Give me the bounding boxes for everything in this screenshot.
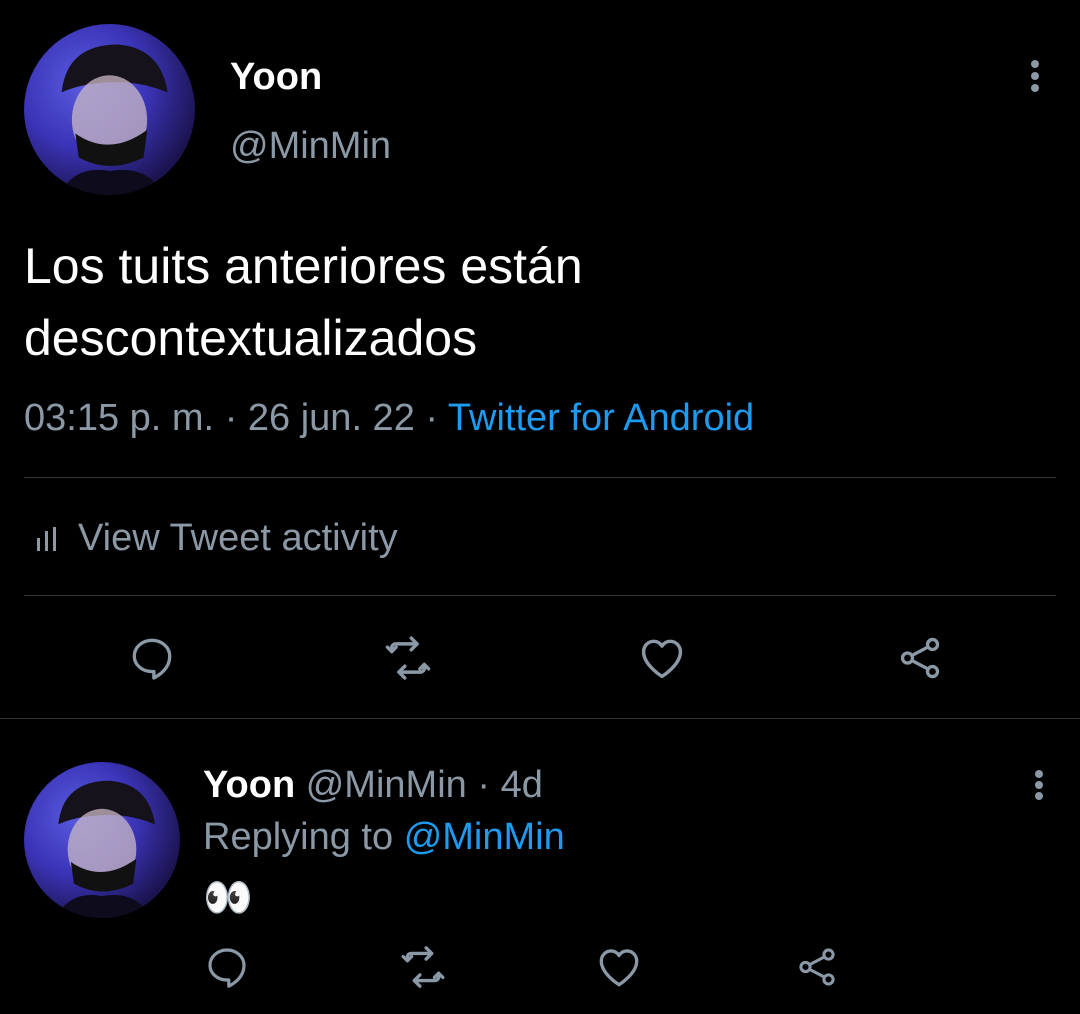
view-tweet-activity-button[interactable]: View Tweet activity (34, 512, 398, 564)
author-name[interactable]: Yoon (230, 55, 322, 99)
section-divider (0, 718, 1080, 719)
heart-icon (599, 949, 639, 987)
tweet-text: Los tuits anteriores están descontextual… (24, 230, 583, 374)
more-dot (1031, 84, 1039, 92)
reply-button[interactable] (124, 630, 180, 686)
author-avatar[interactable] (24, 24, 195, 195)
more-vertical-icon (1031, 60, 1039, 68)
reply-author-handle[interactable]: @MinMin (306, 764, 467, 806)
retweet-icon (401, 946, 445, 988)
reply-author-name[interactable]: Yoon (203, 764, 295, 806)
like-button[interactable] (634, 630, 690, 686)
tweet-date[interactable]: 26 jun. 22 (248, 397, 415, 439)
tweet-source-link[interactable]: Twitter for Android (448, 397, 754, 439)
reply-author-avatar[interactable] (24, 762, 180, 918)
reply-icon (132, 638, 172, 680)
more-dot (1031, 72, 1039, 80)
reply-share-button[interactable] (790, 940, 844, 994)
more-options-button[interactable] (1030, 60, 1040, 92)
tweet-text-line-2: descontextualizados (24, 310, 478, 366)
tweet-meta: 03:15 p. m. · 26 jun. 22 · Twitter for A… (24, 394, 754, 442)
reply-reply-button[interactable] (200, 940, 254, 994)
more-vertical-icon (1035, 770, 1043, 778)
reply-age[interactable]: 4d (501, 764, 543, 806)
share-icon (799, 948, 835, 986)
share-button[interactable] (892, 630, 948, 686)
meta-separator: · (224, 397, 238, 439)
author-handle[interactable]: @MinMin (230, 124, 391, 168)
divider (24, 477, 1056, 478)
replying-to-handle[interactable]: @MinMin (404, 816, 565, 858)
reply-like-button[interactable] (592, 940, 646, 994)
reply-icon (208, 948, 246, 988)
view-tweet-activity-label: View Tweet activity (78, 517, 398, 559)
avatar-portrait-icon (58, 44, 168, 195)
meta-separator: · (425, 397, 439, 439)
replying-to-label: Replying to (203, 816, 394, 858)
replying-to: Replying to @MinMin (203, 814, 565, 860)
divider (24, 595, 1056, 596)
tweet-time[interactable]: 03:15 p. m. (24, 397, 214, 439)
avatar-portrait-icon (55, 780, 156, 918)
reply-text: 👀 (203, 876, 253, 920)
bar-chart-icon (37, 527, 56, 551)
meta-separator: · (477, 764, 490, 806)
reply-more-options-button[interactable] (1034, 770, 1044, 800)
heart-icon (641, 639, 683, 679)
retweet-icon (385, 636, 431, 680)
more-dot (1035, 792, 1043, 800)
retweet-button[interactable] (380, 630, 436, 686)
reply-retweet-button[interactable] (396, 940, 450, 994)
share-icon (900, 637, 940, 679)
reply-header: Yoon @MinMin · 4d (203, 762, 543, 808)
tweet-text-line-1: Los tuits anteriores están (24, 238, 583, 294)
more-dot (1035, 781, 1043, 789)
